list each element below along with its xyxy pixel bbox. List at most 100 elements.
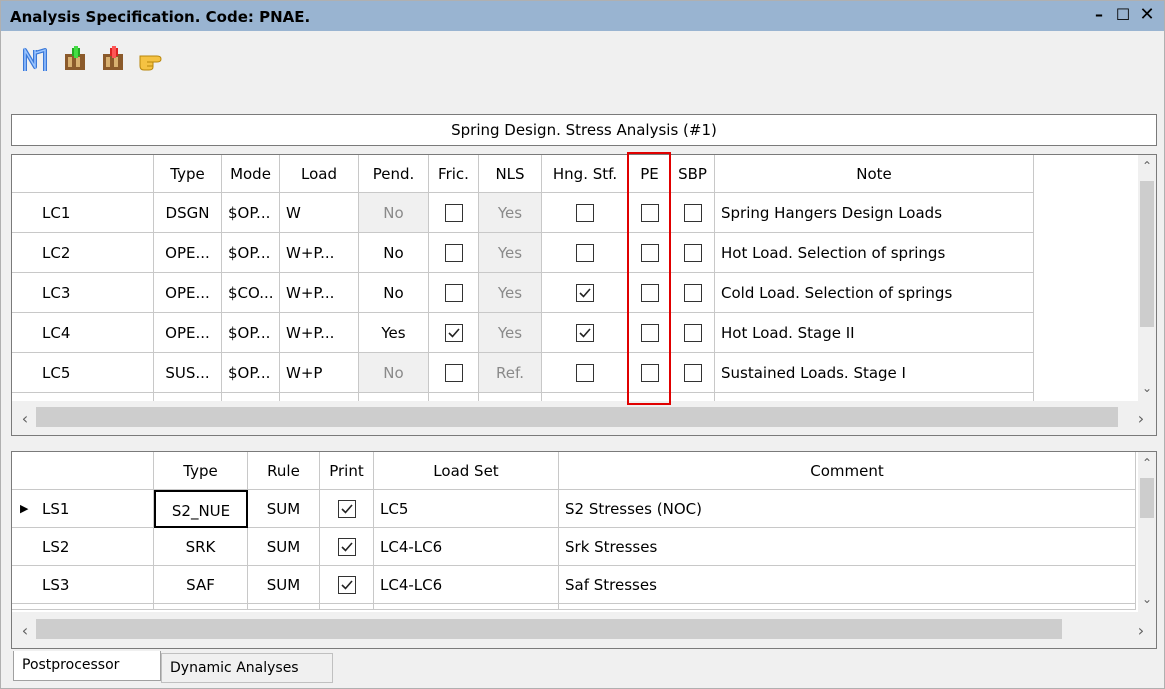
cell-note[interactable]: Hot Load. Selection of springs: [715, 233, 1034, 273]
add-load-case-icon[interactable]: [61, 45, 91, 75]
close-button[interactable]: ✕: [1136, 4, 1158, 26]
cell-fric[interactable]: [429, 353, 479, 393]
cell-note[interactable]: Sustained Loads. Stage I: [715, 353, 1034, 393]
cell-load[interactable]: W+P...: [280, 273, 359, 313]
cell-sbp[interactable]: [671, 273, 715, 313]
cell-comment[interactable]: Srk Stresses: [559, 528, 1136, 566]
col-header-type[interactable]: Type: [154, 452, 248, 490]
cell-hng[interactable]: [542, 273, 629, 313]
cell-hng[interactable]: [542, 353, 629, 393]
print-checkbox[interactable]: [337, 575, 356, 594]
cell-fric[interactable]: [429, 313, 479, 353]
cell-nls[interactable]: Yes: [479, 233, 542, 273]
load-sets-grid[interactable]: Type Rule Print Load Set Comment ▶ LS1 S2_NUE SU…: [11, 451, 1157, 649]
cell-fric[interactable]: [429, 273, 479, 313]
hng-checkbox[interactable]: [576, 203, 594, 222]
col-header-note[interactable]: Note: [715, 155, 1034, 193]
cell-pend[interactable]: No: [359, 353, 429, 393]
cell-mode[interactable]: $OP...: [222, 353, 280, 393]
scroll-right-icon[interactable]: ›: [1132, 409, 1150, 428]
cell-note[interactable]: Cold Load. Selection of springs: [715, 273, 1034, 313]
cell-comment[interactable]: S2 Stresses (NOC): [559, 490, 1136, 528]
scroll-down-icon[interactable]: ⌄: [1138, 592, 1156, 606]
cell-comment[interactable]: Saf Stresses: [559, 566, 1136, 604]
tab-postprocessor[interactable]: Postprocessor: [13, 651, 161, 681]
cell-type[interactable]: OPE...: [154, 233, 222, 273]
cell-sbp[interactable]: [671, 193, 715, 233]
vertical-scrollbar[interactable]: ⌃ ⌄: [1138, 155, 1156, 401]
scroll-left-icon[interactable]: ‹: [16, 409, 34, 428]
minimize-button[interactable]: –: [1088, 4, 1110, 26]
scroll-thumb[interactable]: [1140, 181, 1154, 327]
col-header-type[interactable]: Type: [154, 155, 222, 193]
cell-sbp[interactable]: [671, 353, 715, 393]
col-header-hng[interactable]: Hng. Stf.: [542, 155, 629, 193]
cell-print[interactable]: [320, 490, 374, 528]
cell-type[interactable]: SRK: [154, 528, 248, 566]
fric-checkbox[interactable]: [444, 243, 463, 262]
cell-nls[interactable]: Yes: [479, 193, 542, 233]
scroll-right-icon[interactable]: ›: [1132, 621, 1150, 640]
cell-type[interactable]: OPE...: [154, 313, 222, 353]
cell-pend[interactable]: No: [359, 233, 429, 273]
cell-print[interactable]: [320, 566, 374, 604]
scroll-thumb[interactable]: [1140, 478, 1154, 518]
col-header-load_set[interactable]: Load Set: [374, 452, 559, 490]
sbp-checkbox[interactable]: [683, 363, 702, 382]
cell-load_set[interactable]: LC5: [374, 490, 559, 528]
maximize-button[interactable]: ☐: [1112, 4, 1134, 26]
pointer-hand-icon[interactable]: [137, 45, 167, 75]
cell-pend[interactable]: No: [359, 273, 429, 313]
vertical-scrollbar[interactable]: ⌃ ⌄: [1138, 452, 1156, 612]
cell-rule[interactable]: SUM: [248, 566, 320, 604]
cell-note[interactable]: Hot Load. Stage II: [715, 313, 1034, 353]
col-header-sbp[interactable]: SBP: [671, 155, 715, 193]
col-header-fric[interactable]: Fric.: [429, 155, 479, 193]
cell-mode[interactable]: $OP...: [222, 233, 280, 273]
cell-nls[interactable]: Yes: [479, 273, 542, 313]
cell-load[interactable]: W: [280, 193, 359, 233]
scroll-up-icon[interactable]: ⌃: [1138, 159, 1156, 173]
cell-rule[interactable]: SUM: [248, 528, 320, 566]
cell-mode[interactable]: $OP...: [222, 193, 280, 233]
scroll-thumb[interactable]: [36, 407, 1118, 427]
print-checkbox[interactable]: [337, 537, 356, 556]
col-header-rule[interactable]: Rule: [248, 452, 320, 490]
cell-nls[interactable]: Yes: [479, 313, 542, 353]
cell-mode[interactable]: $OP...: [222, 313, 280, 353]
cell-mode[interactable]: $CO...: [222, 273, 280, 313]
print-checkbox[interactable]: [337, 499, 356, 518]
scroll-up-icon[interactable]: ⌃: [1138, 456, 1156, 470]
scroll-thumb[interactable]: [36, 619, 1062, 639]
cell-pend[interactable]: No: [359, 193, 429, 233]
cell-type[interactable]: DSGN: [154, 193, 222, 233]
cell-load[interactable]: W+P...: [280, 313, 359, 353]
sbp-checkbox[interactable]: [683, 323, 702, 342]
cell-sbp[interactable]: [671, 313, 715, 353]
cell-type[interactable]: SAF: [154, 566, 248, 604]
hng-checkbox[interactable]: [576, 283, 594, 302]
fric-checkbox[interactable]: [444, 283, 463, 302]
cell-pend[interactable]: Yes: [359, 313, 429, 353]
sbp-checkbox[interactable]: [683, 243, 702, 262]
hng-checkbox[interactable]: [576, 243, 594, 262]
horizontal-scrollbar[interactable]: ‹ ›: [12, 401, 1156, 435]
col-header-load[interactable]: Load: [280, 155, 359, 193]
cell-type[interactable]: SUS...: [154, 353, 222, 393]
cell-load[interactable]: W+P...: [280, 233, 359, 273]
fric-checkbox[interactable]: [444, 203, 463, 222]
scroll-left-icon[interactable]: ‹: [16, 621, 34, 640]
sbp-checkbox[interactable]: [683, 283, 702, 302]
col-header-pend[interactable]: Pend.: [359, 155, 429, 193]
cell-print[interactable]: [320, 528, 374, 566]
fric-checkbox[interactable]: [444, 363, 463, 382]
cell-nls[interactable]: Ref.: [479, 353, 542, 393]
horizontal-scrollbar[interactable]: ‹ ›: [12, 612, 1156, 648]
cell-hng[interactable]: [542, 313, 629, 353]
load-cases-grid[interactable]: Type Mode Load Pend. Fric. NLS Hng. Stf. PE SBP N…: [11, 154, 1157, 436]
col-header-comment[interactable]: Comment: [559, 452, 1136, 490]
hng-checkbox[interactable]: [576, 363, 594, 382]
cell-fric[interactable]: [429, 233, 479, 273]
cell-hng[interactable]: [542, 193, 629, 233]
scroll-down-icon[interactable]: ⌄: [1138, 381, 1156, 395]
